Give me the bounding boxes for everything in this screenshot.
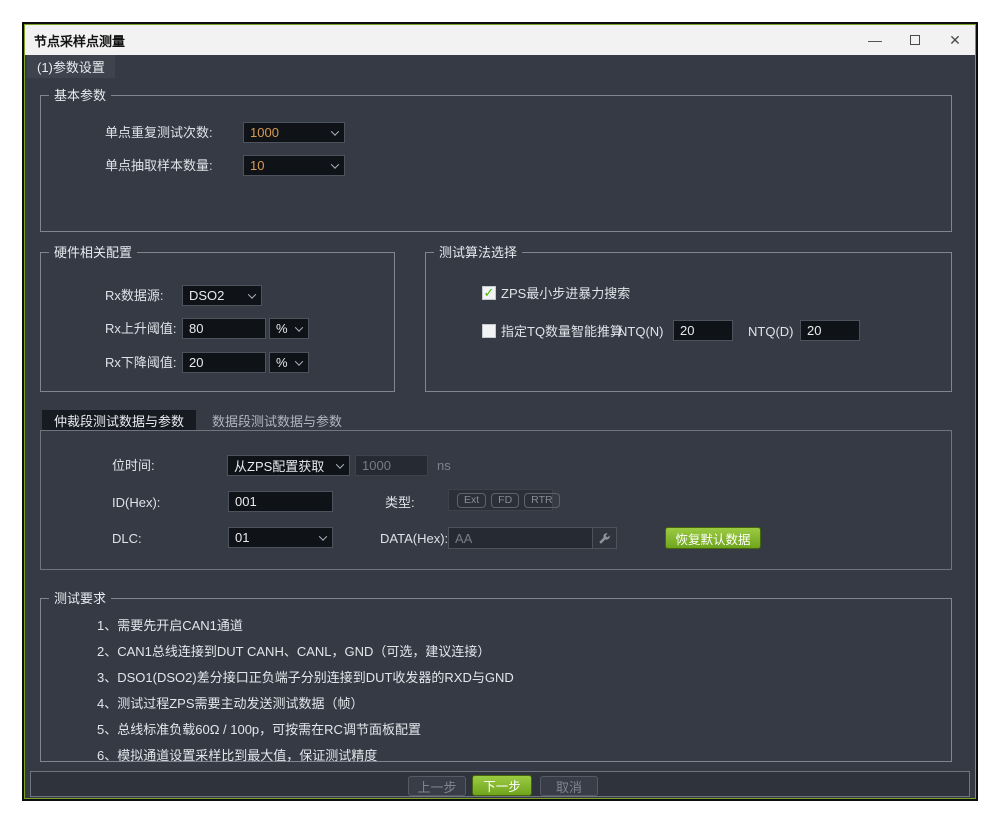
rx-rise-unit-select[interactable]: % [269,318,309,339]
close-icon: ✕ [949,32,961,49]
frame-type-group: Ext FD RTR [448,489,553,511]
id-hex-label: ID(Hex): [112,492,160,513]
rx-source-select[interactable]: DSO2 [182,285,262,306]
rx-fall-threshold-label: Rx下降阈值: [105,352,177,373]
chevron-down-icon [331,160,339,168]
chevron-down-icon [319,532,327,540]
bit-time-ns-input [355,455,428,476]
sample-count-select[interactable]: 10 [243,155,345,176]
chevron-down-icon [331,127,339,135]
window-accent-frame: 节点采样点测量 — ✕ (1)参数设置 基本参数 单点重复测试次数: [24,24,976,799]
ntq-d-input[interactable] [800,320,860,341]
repeat-count-select[interactable]: 1000 [243,122,345,143]
dialog-content: (1)参数设置 基本参数 单点重复测试次数: 1000 单点抽取样本数量: 10… [25,55,975,798]
next-step-button[interactable]: 下一步 [472,775,532,796]
group-basic-title: 基本参数 [49,88,111,103]
ntq-d-label: NTQ(D) [748,321,794,342]
requirement-item: 3、DSO1(DSO2)差分接口正负端子分别连接到DUT收发器的RXD与GND [97,667,514,686]
chevron-down-icon [295,323,303,331]
bit-time-label: 位时间: [112,455,155,476]
sample-count-label: 单点抽取样本数量: [105,155,213,176]
rx-source-label: Rx数据源: [105,285,164,306]
close-button[interactable]: ✕ [935,25,975,55]
ns-unit-label: ns [437,455,451,476]
type-rtr-button: RTR [524,493,559,508]
wrench-icon [598,532,611,545]
minimize-icon: — [868,32,882,48]
check-icon: ✓ [484,287,495,299]
zps-bruteforce-checkbox[interactable]: ✓ [482,286,496,300]
requirement-item: 2、CAN1总线连接到DUT CANH、CANL，GND（可选，建议连接） [97,641,490,660]
tq-smart-checkbox[interactable] [482,324,496,338]
type-label: 类型: [385,492,415,513]
requirement-item: 5、总线标准负载60Ω / 100p，可按需在RC调节面板配置 [97,719,421,738]
id-hex-input[interactable] [228,491,333,512]
minimize-button[interactable]: — [855,25,895,55]
tab-data-segment[interactable]: 数据段测试数据与参数 [200,410,354,430]
rx-fall-unit-select[interactable]: % [269,352,309,373]
zps-bruteforce-label: ZPS最小步进暴力搜索 [501,283,630,304]
tq-smart-label: 指定TQ数量智能推算 [501,321,623,342]
restore-defaults-button[interactable]: 恢复默认数据 [665,527,761,549]
data-hex-label: DATA(Hex): [380,528,448,549]
bit-time-select[interactable]: 从ZPS配置获取 [227,455,350,476]
chevron-down-icon [295,357,303,365]
chevron-down-icon [336,460,344,468]
requirement-item: 4、测试过程ZPS需要主动发送测试数据（帧） [97,693,364,712]
data-hex-input: AA [448,527,617,549]
dlc-select[interactable]: 01 [228,527,333,548]
window-title: 节点采样点测量 [25,31,125,50]
rx-fall-threshold-input[interactable] [182,352,266,373]
group-algorithm-title: 测试算法选择 [434,245,522,260]
chevron-down-icon [248,290,256,298]
titlebar: 节点采样点测量 — ✕ [25,25,975,55]
repeat-count-label: 单点重复测试次数: [105,122,213,143]
tab-arbitration-segment[interactable]: 仲裁段测试数据与参数 [42,410,196,430]
rx-rise-threshold-input[interactable] [182,318,266,339]
cancel-button: 取消 [540,776,598,796]
requirement-item: 6、模拟通道设置采样比到最大值，保证测试精度 [97,745,377,764]
dlc-label: DLC: [112,528,142,549]
maximize-icon [910,35,920,45]
ntq-n-label: NTQ(N) [618,321,664,342]
group-requirements-title: 测试要求 [49,591,111,606]
tab-step1-params[interactable]: (1)参数设置 [27,55,115,78]
data-edit-button [592,528,616,548]
dialog-window: 节点采样点测量 — ✕ (1)参数设置 基本参数 单点重复测试次数: [22,22,978,801]
group-hardware-title: 硬件相关配置 [49,245,137,260]
requirement-item: 1、需要先开启CAN1通道 [97,615,243,634]
ntq-n-input[interactable] [673,320,733,341]
type-ext-button: Ext [457,493,486,508]
type-fd-button: FD [491,493,519,508]
rx-rise-threshold-label: Rx上升阈值: [105,318,177,339]
maximize-button[interactable] [895,25,935,55]
previous-step-button: 上一步 [408,776,466,796]
